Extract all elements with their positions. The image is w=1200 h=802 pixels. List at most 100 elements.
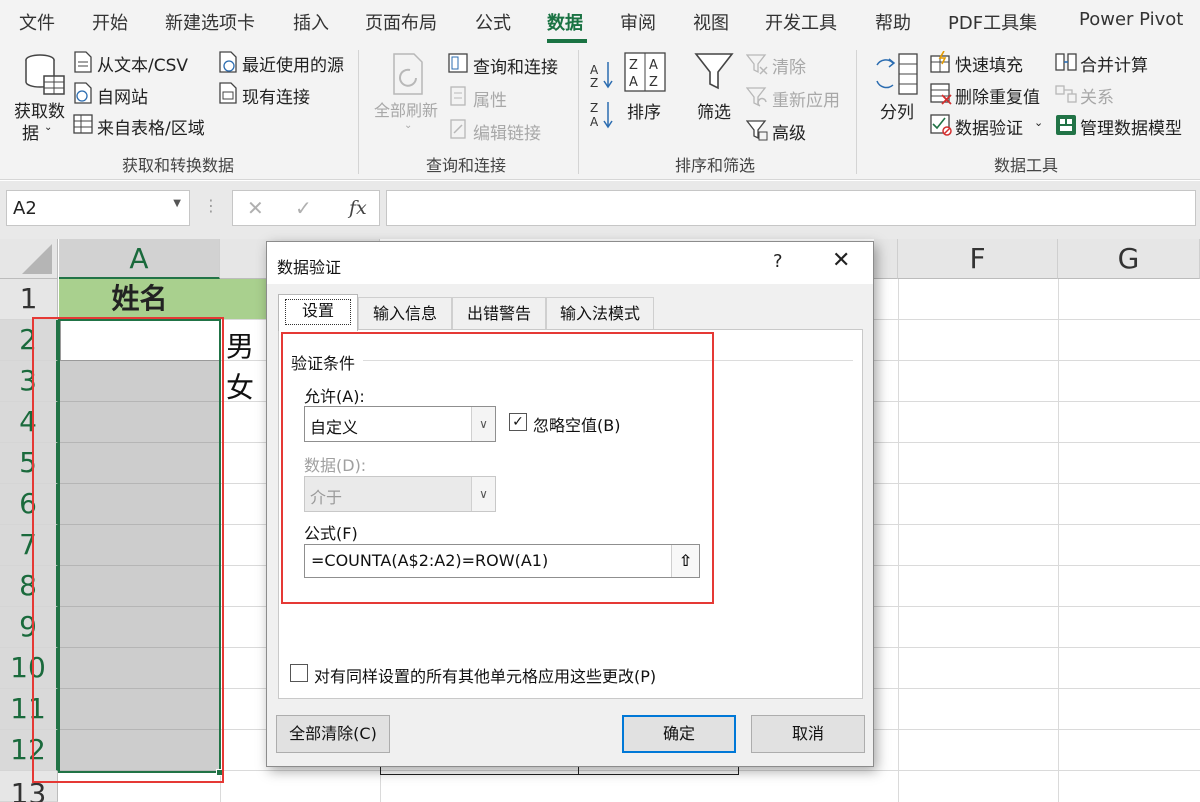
existing-connections-icon <box>219 82 237 104</box>
data-validation-icon <box>930 114 952 136</box>
svg-text:A: A <box>590 115 599 129</box>
flash-fill-icon <box>930 51 950 73</box>
close-icon[interactable]: ✕ <box>832 248 850 273</box>
tab-focus-ring <box>285 299 351 325</box>
tab-home[interactable]: 开始 <box>92 9 128 35</box>
svg-text:A: A <box>649 58 658 73</box>
name-box-dropdown-icon[interactable]: ▼ <box>173 198 181 209</box>
ribbon: 获取数 据 ⌄ 从文本/CSV 自网站 来自表格/区域 最近使用的源 现有连接 … <box>0 44 1200 180</box>
ok-button[interactable]: 确定 <box>622 715 736 753</box>
relationships-icon <box>1055 85 1077 103</box>
apply-all-label[interactable]: 对有同样设置的所有其他单元格应用这些更改(P) <box>314 663 656 687</box>
filter-button[interactable]: 筛选 <box>697 98 731 123</box>
tab-pdf-tools[interactable]: PDF工具集 <box>948 9 1037 35</box>
select-all-triangle-icon <box>22 244 52 274</box>
formula-bar-buttons: ✕ ✓ fx <box>232 190 380 226</box>
reapply-icon <box>746 87 767 107</box>
tab-settings[interactable]: 设置 <box>278 294 358 331</box>
data-validation-chevron-icon[interactable]: ⌄ <box>1034 116 1043 129</box>
from-web-button[interactable]: 自网站 <box>97 83 148 108</box>
insert-function-icon[interactable]: fx <box>349 197 367 219</box>
group-label-queries: 查询和连接 <box>426 156 507 175</box>
tab-formulas[interactable]: 公式 <box>475 9 511 35</box>
help-icon[interactable]: ? <box>773 251 783 272</box>
refresh-all-button[interactable]: 全部刷新 <box>374 97 438 121</box>
tab-developer[interactable]: 开发工具 <box>765 9 837 35</box>
group-label-get-transform: 获取和转换数据 <box>122 156 235 175</box>
grid-line <box>898 279 899 802</box>
properties-button[interactable]: 属性 <box>473 86 507 111</box>
column-header-a[interactable]: A <box>59 239 220 279</box>
annotation-highlight-column-a <box>32 317 224 783</box>
flash-fill-button[interactable]: 快速填充 <box>955 51 1023 76</box>
tab-view[interactable]: 视图 <box>693 9 729 35</box>
tab-input-message[interactable]: 输入信息 <box>358 297 452 330</box>
formula-bar-grip-icon[interactable]: ⋮ <box>203 196 219 215</box>
confirm-edit-icon[interactable]: ✓ <box>295 196 312 220</box>
sort-icon: ZA AZ <box>624 52 666 92</box>
existing-connections-button[interactable]: 现有连接 <box>242 83 310 108</box>
svg-text:A: A <box>590 63 599 77</box>
manage-data-model-button[interactable]: 管理数据模型 <box>1080 114 1182 139</box>
cell-a1[interactable]: 姓名 <box>59 279 220 319</box>
name-box[interactable]: A2 ▼ <box>6 190 190 226</box>
formula-input[interactable] <box>386 190 1196 226</box>
cell-b2[interactable]: 男 <box>226 325 254 365</box>
column-header-e[interactable] <box>874 239 898 279</box>
tab-power-pivot[interactable]: Power Pivot <box>1079 9 1183 30</box>
tab-error-alert[interactable]: 出错警告 <box>452 297 546 330</box>
clear-filter-button[interactable]: 清除 <box>772 53 806 78</box>
remove-duplicates-button[interactable]: 删除重复值 <box>955 83 1040 108</box>
tab-page-layout[interactable]: 页面布局 <box>365 9 437 35</box>
apply-all-checkbox[interactable] <box>290 664 308 682</box>
advanced-filter-icon <box>746 120 768 141</box>
advanced-filter-button[interactable]: 高级 <box>772 119 806 144</box>
group-label-sort-filter: 排序和筛选 <box>675 156 756 175</box>
select-all-corner[interactable] <box>0 239 58 279</box>
recent-sources-button[interactable]: 最近使用的源 <box>242 51 344 76</box>
sort-button[interactable]: 排序 <box>627 98 661 123</box>
web-page-icon <box>74 82 92 104</box>
tab-data[interactable]: 数据 <box>547 9 583 35</box>
ribbon-separator <box>578 50 579 174</box>
recent-sources-icon <box>219 51 237 73</box>
data-validation-button[interactable]: 数据验证 <box>955 114 1023 139</box>
reapply-button[interactable]: 重新应用 <box>772 86 840 111</box>
group-label-data-tools: 数据工具 <box>994 156 1059 175</box>
tab-help[interactable]: 帮助 <box>875 9 911 35</box>
dialog-title: 数据验证 <box>277 258 342 277</box>
table-icon <box>73 114 93 134</box>
tab-insert[interactable]: 插入 <box>293 9 329 35</box>
data-validation-dialog: 数据验证 ? ✕ 设置 输入信息 出错警告 输入法模式 验证条件 允许(A): … <box>266 241 874 767</box>
tab-review[interactable]: 审阅 <box>620 9 656 35</box>
cancel-edit-icon[interactable]: ✕ <box>247 196 264 220</box>
cell-b3[interactable]: 女 <box>226 366 254 406</box>
tab-file[interactable]: 文件 <box>19 9 55 35</box>
relationships-button[interactable]: 关系 <box>1080 83 1114 108</box>
consolidate-button[interactable]: 合并计算 <box>1080 51 1148 76</box>
from-table-button[interactable]: 来自表格/区域 <box>97 114 205 139</box>
row-header-1[interactable]: 1 <box>0 279 58 320</box>
menu-bar: 文件 开始 新建选项卡 插入 页面布局 公式 数据 审阅 视图 开发工具 帮助 … <box>0 0 1200 44</box>
column-header-g[interactable]: G <box>1058 239 1200 279</box>
text-to-columns-button[interactable]: 分列 <box>880 98 914 123</box>
get-data-button-line2[interactable]: 据 <box>22 119 39 144</box>
filter-icon <box>694 53 734 90</box>
clear-all-button[interactable]: 全部清除(C) <box>276 715 390 753</box>
svg-text:Z: Z <box>649 75 658 90</box>
column-header-f[interactable]: F <box>898 239 1058 279</box>
ribbon-separator <box>856 50 857 174</box>
from-text-csv-button[interactable]: 从文本/CSV <box>97 51 188 76</box>
clear-filter-icon <box>746 54 768 75</box>
cell-b1[interactable] <box>220 279 266 319</box>
annotation-highlight-criteria <box>281 332 714 604</box>
edit-links-button[interactable]: 编辑链接 <box>473 119 541 144</box>
tab-ime-mode[interactable]: 输入法模式 <box>546 297 654 330</box>
grid-line <box>1058 279 1059 802</box>
get-data-icon <box>25 54 65 95</box>
tab-new-tab[interactable]: 新建选项卡 <box>165 9 255 35</box>
text-file-icon <box>74 51 92 73</box>
dialog-title-bar[interactable]: 数据验证 ? ✕ <box>267 242 873 284</box>
cancel-button[interactable]: 取消 <box>751 715 865 753</box>
queries-connections-button[interactable]: 查询和连接 <box>473 53 558 78</box>
